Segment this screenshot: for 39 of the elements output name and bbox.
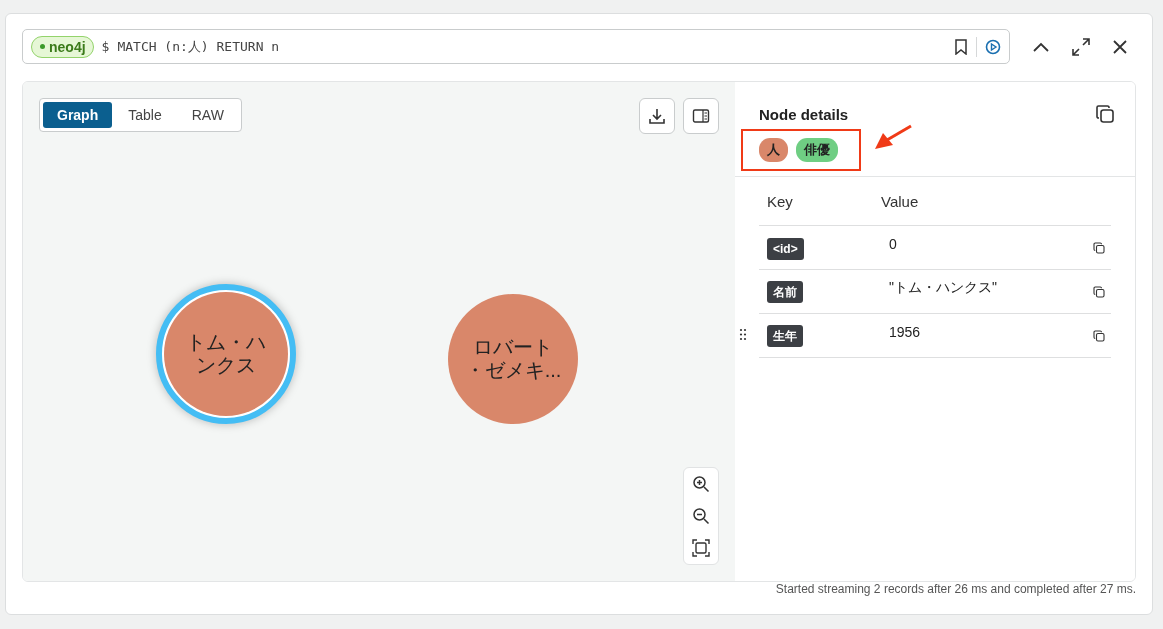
view-tab[interactable]: RAW (177, 102, 238, 128)
panel-title: Node details (759, 105, 849, 123)
node-label-tag[interactable]: 俳優 (796, 138, 838, 162)
zoom-out-icon[interactable] (692, 507, 710, 525)
play-icon[interactable] (985, 38, 1001, 55)
database-badge[interactable]: neo4j (31, 35, 94, 58)
query-text: MATCH (n:人) RETURN n (117, 37, 280, 56)
copy-icon[interactable] (1093, 329, 1105, 342)
collapse-icon[interactable] (1032, 40, 1050, 53)
prompt-symbol: $ (101, 39, 110, 54)
property-key: 生年 (767, 325, 803, 347)
copy-icon[interactable] (1095, 104, 1115, 124)
property-value: 1956 (888, 323, 922, 340)
property-value: 0 (888, 235, 898, 252)
query-editor[interactable]: neo4j $ MATCH (n:人) RETURN n (22, 29, 1010, 64)
download-button[interactable] (639, 98, 675, 134)
property-value: "トム・ハンクス" (888, 278, 998, 297)
copy-icon[interactable] (1093, 285, 1105, 298)
node-label-tag[interactable]: 人 (759, 138, 788, 162)
side-panel-icon (692, 108, 710, 124)
fit-view-icon[interactable] (692, 539, 710, 557)
bookmark-icon[interactable] (954, 38, 968, 55)
copy-icon[interactable] (1093, 241, 1105, 254)
drag-handle-icon[interactable] (739, 328, 747, 341)
annotation-arrow (873, 124, 913, 152)
view-tab[interactable]: Graph (43, 102, 113, 128)
zoom-in-icon[interactable] (692, 475, 710, 493)
panel-toggle-button[interactable] (683, 98, 719, 134)
column-header: Value (881, 192, 920, 210)
graph-node[interactable]: ロバート ・ゼメキ... (448, 294, 578, 424)
column-header: Key (766, 192, 794, 210)
download-icon (648, 107, 666, 125)
property-key: <id> (767, 237, 804, 260)
property-key: 名前 (767, 281, 803, 303)
graph-node[interactable]: トム・ハ ンクス (156, 284, 296, 424)
close-icon[interactable] (1112, 38, 1128, 55)
expand-icon[interactable] (1072, 37, 1090, 56)
view-tab[interactable]: Table (114, 102, 176, 128)
status-text: Started streaming 2 records after 26 ms and completed after 27 ms. (775, 582, 1136, 596)
